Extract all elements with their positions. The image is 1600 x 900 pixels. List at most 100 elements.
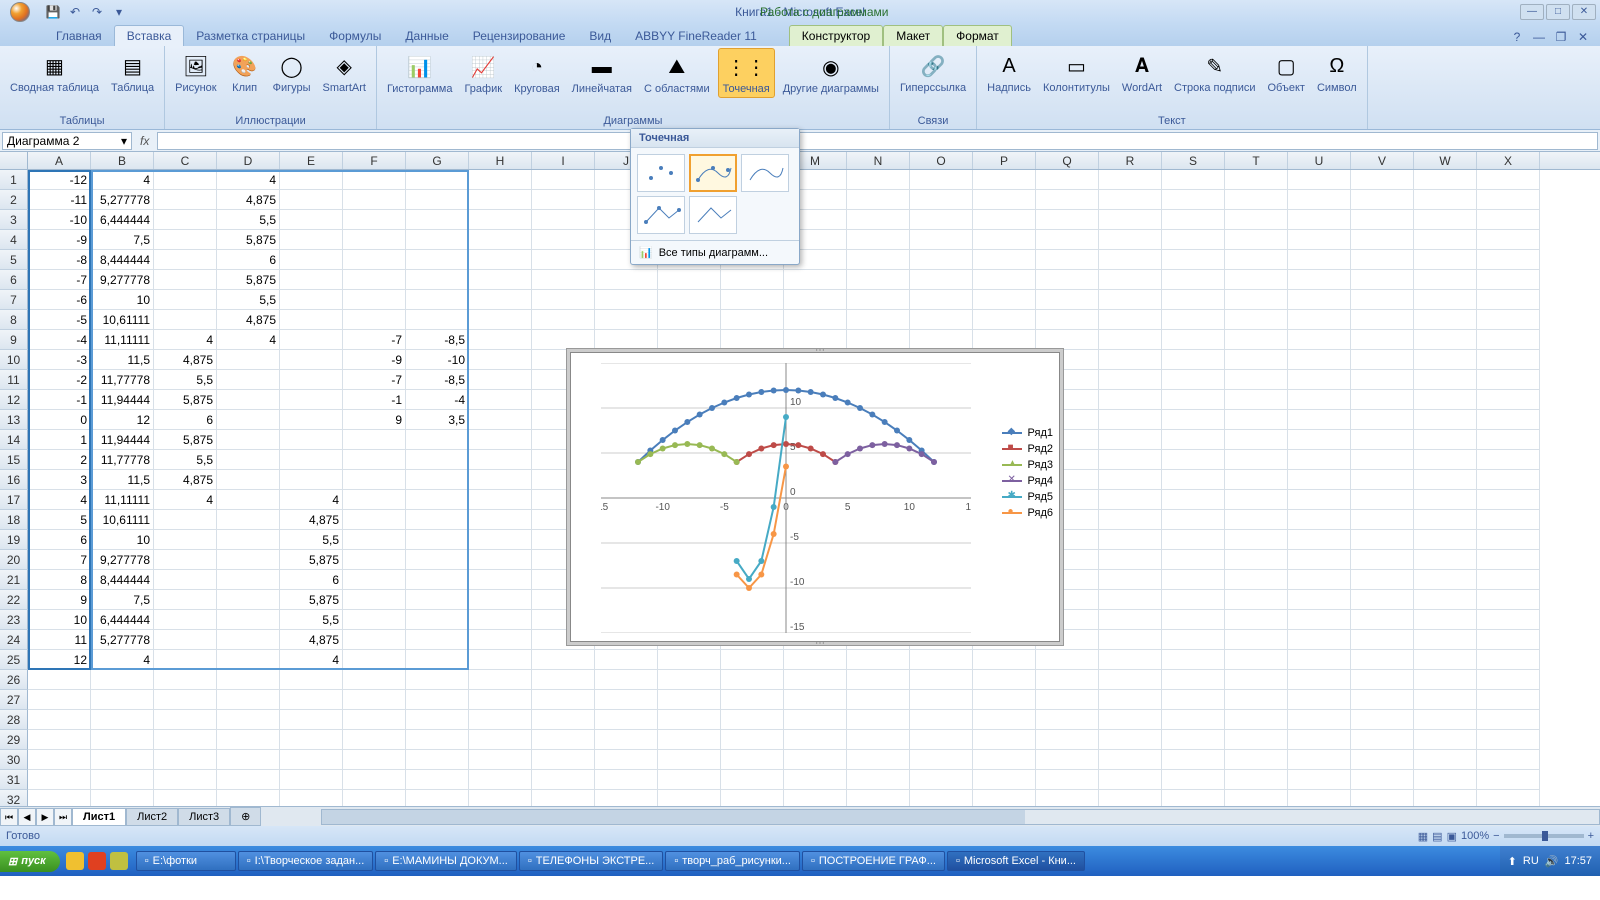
cell[interactable] [721, 690, 784, 710]
cell[interactable] [1477, 450, 1540, 470]
cell[interactable] [280, 670, 343, 690]
cell[interactable] [343, 190, 406, 210]
cell[interactable] [1477, 270, 1540, 290]
cell[interactable] [280, 290, 343, 310]
cell[interactable] [973, 770, 1036, 790]
row-header[interactable]: 32 [0, 790, 28, 806]
cell[interactable] [1414, 710, 1477, 730]
redo-icon[interactable]: ↷ [88, 3, 106, 21]
cell[interactable] [1414, 550, 1477, 570]
cell[interactable] [217, 610, 280, 630]
cell[interactable] [28, 770, 91, 790]
spreadsheet-grid[interactable]: ABCDEFGHIJKLMNOPQRSTUVWX 1-12442-115,277… [0, 152, 1600, 806]
view-break-icon[interactable]: ▣ [1447, 830, 1457, 843]
cell[interactable]: 11,77778 [91, 370, 154, 390]
pie-chart-button[interactable]: ◔Круговая [510, 48, 564, 98]
cell[interactable] [847, 250, 910, 270]
cell[interactable] [1099, 330, 1162, 350]
cell[interactable] [910, 690, 973, 710]
cell[interactable] [1099, 670, 1162, 690]
area-chart-button[interactable]: ⛰С областями [640, 48, 714, 98]
cell[interactable] [91, 670, 154, 690]
cell[interactable] [658, 770, 721, 790]
cell[interactable] [406, 190, 469, 210]
column-header[interactable]: R [1099, 152, 1162, 169]
cell[interactable] [1036, 670, 1099, 690]
row-header[interactable]: 22 [0, 590, 28, 610]
cell[interactable] [406, 490, 469, 510]
cell[interactable] [343, 170, 406, 190]
maximize-button[interactable]: □ [1546, 4, 1570, 20]
cell[interactable] [1414, 430, 1477, 450]
scatter-smooth[interactable] [741, 154, 789, 192]
cell[interactable] [910, 710, 973, 730]
cell[interactable] [1288, 230, 1351, 250]
cell[interactable] [154, 270, 217, 290]
cell[interactable] [91, 770, 154, 790]
cell[interactable] [1099, 430, 1162, 450]
cell[interactable] [469, 670, 532, 690]
cell[interactable] [1351, 650, 1414, 670]
cell[interactable] [532, 250, 595, 270]
cell[interactable] [1288, 370, 1351, 390]
cell[interactable] [1414, 210, 1477, 230]
cell[interactable]: 4 [91, 170, 154, 190]
cell[interactable] [217, 510, 280, 530]
minimize-inner-icon[interactable]: — [1530, 28, 1548, 46]
cell[interactable] [1414, 270, 1477, 290]
cell[interactable] [1414, 370, 1477, 390]
cell[interactable] [469, 330, 532, 350]
cell[interactable] [1225, 170, 1288, 190]
cell[interactable] [721, 730, 784, 750]
object-button[interactable]: ▢Объект [1264, 48, 1309, 96]
cell[interactable] [595, 310, 658, 330]
cell[interactable] [847, 690, 910, 710]
column-header[interactable]: B [91, 152, 154, 169]
cell[interactable] [1477, 410, 1540, 430]
cell[interactable] [1225, 270, 1288, 290]
cell[interactable]: 11,77778 [91, 450, 154, 470]
column-header[interactable]: D [217, 152, 280, 169]
cell[interactable] [1225, 730, 1288, 750]
cell[interactable] [91, 730, 154, 750]
cell[interactable] [658, 310, 721, 330]
cell[interactable] [469, 710, 532, 730]
cell[interactable] [1225, 570, 1288, 590]
cell[interactable] [532, 790, 595, 806]
cell[interactable] [1162, 730, 1225, 750]
cell[interactable] [1351, 250, 1414, 270]
row-header[interactable]: 31 [0, 770, 28, 790]
cell[interactable] [1351, 710, 1414, 730]
cell[interactable] [1351, 530, 1414, 550]
cell[interactable] [1225, 490, 1288, 510]
cell[interactable] [1414, 330, 1477, 350]
cell[interactable] [217, 410, 280, 430]
cell[interactable] [1036, 750, 1099, 770]
cell[interactable] [1288, 390, 1351, 410]
cell[interactable] [1351, 410, 1414, 430]
cell[interactable] [280, 330, 343, 350]
column-header[interactable]: Q [1036, 152, 1099, 169]
cell[interactable] [1351, 290, 1414, 310]
cell[interactable] [910, 170, 973, 190]
cell[interactable]: 2 [28, 450, 91, 470]
cell[interactable]: 4 [280, 490, 343, 510]
cell[interactable] [1351, 430, 1414, 450]
cell[interactable] [406, 650, 469, 670]
cell[interactable] [469, 770, 532, 790]
cell[interactable] [1162, 190, 1225, 210]
cell[interactable]: 12 [91, 410, 154, 430]
cell[interactable] [154, 170, 217, 190]
cell[interactable]: 11,5 [91, 470, 154, 490]
cell[interactable] [973, 730, 1036, 750]
cell[interactable] [1099, 710, 1162, 730]
cell[interactable] [154, 570, 217, 590]
cell[interactable] [469, 530, 532, 550]
cell[interactable] [1288, 770, 1351, 790]
undo-icon[interactable]: ↶ [66, 3, 84, 21]
cell[interactable]: 11,5 [91, 350, 154, 370]
cell[interactable] [1351, 510, 1414, 530]
cell[interactable] [973, 270, 1036, 290]
cell[interactable]: 6 [28, 530, 91, 550]
cell[interactable] [1351, 490, 1414, 510]
